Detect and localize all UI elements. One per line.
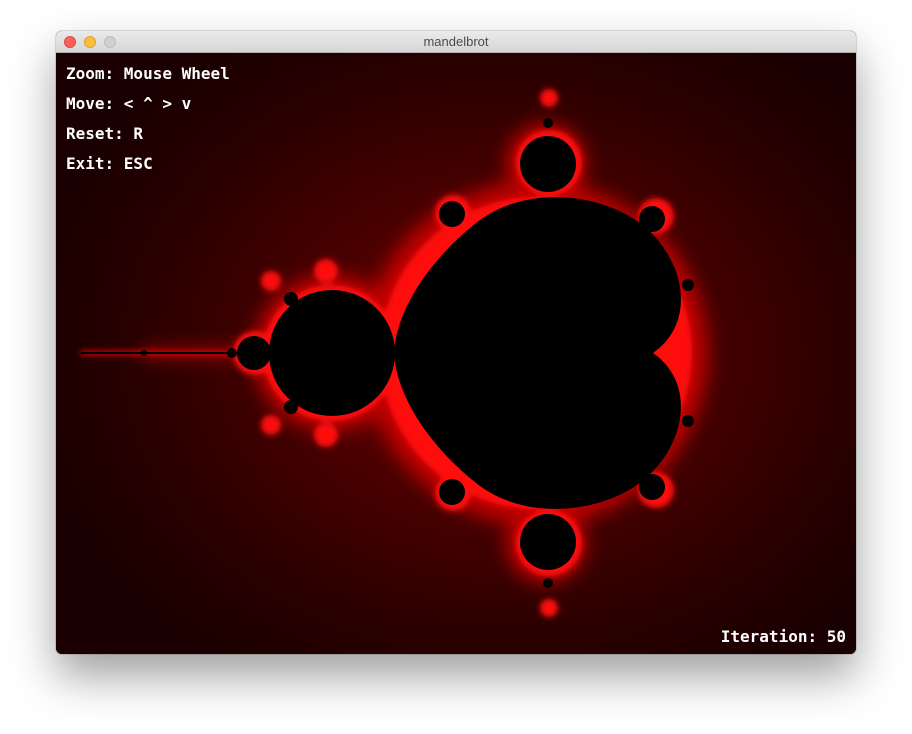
fractal-canvas[interactable]: Zoom: Mouse Wheel Move: < ^ > v Reset: R… — [56, 53, 856, 654]
exit-hint: Exit: ESC — [66, 154, 153, 173]
set-body — [81, 118, 694, 588]
iteration-label: Iteration: — [720, 627, 818, 646]
app-window: mandelbrot Zoom: Mouse Wheel Move: < ^ >… — [56, 31, 856, 654]
window-title: mandelbrot — [423, 34, 489, 49]
iteration-value: 50 — [826, 627, 846, 646]
move-hint: Move: < ^ > v — [66, 94, 192, 113]
title-bar[interactable]: mandelbrot — [56, 31, 856, 53]
reset-hint: Reset: R — [66, 124, 144, 143]
iteration-status: Iteration: 50 — [721, 627, 846, 646]
mandelbrot-set — [81, 89, 708, 617]
zoom-hint: Zoom: Mouse Wheel — [66, 64, 230, 83]
